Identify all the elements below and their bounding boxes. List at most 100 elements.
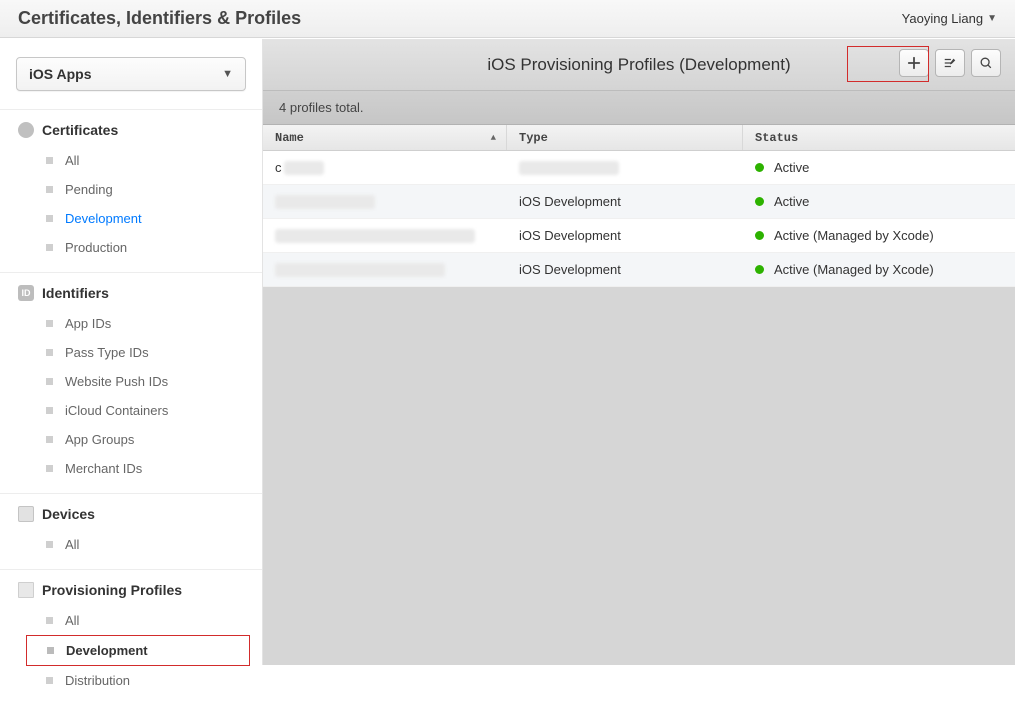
sidebar-item-label: All xyxy=(65,537,79,552)
platform-label: iOS Apps xyxy=(29,66,92,82)
status-dot-icon xyxy=(755,197,764,206)
bullet-icon xyxy=(46,465,53,472)
plus-icon xyxy=(907,56,921,70)
identifiers-icon: ID xyxy=(18,285,34,301)
count-bar: 4 profiles total. xyxy=(263,91,1015,125)
bullet-icon xyxy=(46,407,53,414)
sidebar-item[interactable]: Development xyxy=(26,635,250,666)
table-row[interactable]: iOS Development Active (Managed by Xcode) xyxy=(263,219,1015,253)
nav-section-header: ID Identifiers xyxy=(0,285,262,309)
column-header-name[interactable]: Name ▲ xyxy=(263,125,507,150)
count-text: 4 profiles total. xyxy=(279,100,364,115)
sidebar-item[interactable]: All xyxy=(0,530,262,559)
redacted-text xyxy=(275,195,375,209)
table-row[interactable]: iOS Development Active (Managed by Xcode) xyxy=(263,253,1015,287)
cell-type: iOS Development xyxy=(507,185,743,218)
sidebar-item-label: All xyxy=(65,153,79,168)
bullet-icon xyxy=(46,436,53,443)
table-row[interactable]: c Active xyxy=(263,151,1015,185)
cell-type xyxy=(507,151,743,184)
sidebar-item[interactable]: App IDs xyxy=(0,309,262,338)
sidebar-item-label: Development xyxy=(66,643,148,658)
sidebar-item-label: App IDs xyxy=(65,316,111,331)
cell-status: Active (Managed by Xcode) xyxy=(743,219,1015,252)
status-text: Active xyxy=(774,160,809,175)
bullet-icon xyxy=(46,541,53,548)
edit-button[interactable] xyxy=(935,49,965,77)
nav-section-title: Provisioning Profiles xyxy=(42,582,182,598)
nav-section: Devices All xyxy=(0,493,262,569)
bullet-icon xyxy=(47,647,54,654)
user-menu[interactable]: Yaoying Liang ▼ xyxy=(902,11,997,26)
cell-status: Active (Managed by Xcode) xyxy=(743,253,1015,286)
caret-down-icon: ▼ xyxy=(987,13,997,24)
profiles-table: Name ▲ Type Status cActiveiOS Developmen… xyxy=(263,125,1015,287)
bullet-icon xyxy=(46,215,53,222)
nav-section-title: Certificates xyxy=(42,122,118,138)
devices-icon xyxy=(18,506,34,522)
status-text: Active xyxy=(774,194,809,209)
bullet-icon xyxy=(46,320,53,327)
sidebar: iOS Apps ▼ Certificates All Pending Develop… xyxy=(0,39,263,665)
sidebar-item[interactable]: iCloud Containers xyxy=(0,396,262,425)
sidebar-item[interactable]: Pass Type IDs xyxy=(0,338,262,367)
status-dot-icon xyxy=(755,231,764,240)
add-button[interactable] xyxy=(899,49,929,77)
certificates-icon xyxy=(18,122,34,138)
main-header: iOS Provisioning Profiles (Development) xyxy=(263,39,1015,91)
redacted-text xyxy=(519,161,619,175)
sidebar-item[interactable]: All xyxy=(0,146,262,175)
nav-section-title: Devices xyxy=(42,506,95,522)
user-name: Yaoying Liang xyxy=(902,11,983,26)
cell-name: c xyxy=(263,151,507,184)
sidebar-item-label: App Groups xyxy=(65,432,134,447)
sidebar-item[interactable]: Production xyxy=(0,233,262,262)
sidebar-item[interactable]: Distribution xyxy=(0,666,262,695)
status-text: Active (Managed by Xcode) xyxy=(774,228,934,243)
bullet-icon xyxy=(46,677,53,684)
bullet-icon xyxy=(46,157,53,164)
redacted-text xyxy=(275,263,445,277)
sidebar-item[interactable]: App Groups xyxy=(0,425,262,454)
edit-icon xyxy=(943,56,957,70)
status-dot-icon xyxy=(755,265,764,274)
search-button[interactable] xyxy=(971,49,1001,77)
bullet-icon xyxy=(46,186,53,193)
cell-name xyxy=(263,185,507,218)
cell-type: iOS Development xyxy=(507,219,743,252)
cell-type: iOS Development xyxy=(507,253,743,286)
redacted-text xyxy=(284,161,324,175)
nav-section-header: Devices xyxy=(0,506,262,530)
cell-status: Active xyxy=(743,151,1015,184)
sidebar-item-label: Website Push IDs xyxy=(65,374,168,389)
sidebar-item-label: iCloud Containers xyxy=(65,403,168,418)
bullet-icon xyxy=(46,617,53,624)
nav-section-header: Certificates xyxy=(0,122,262,146)
table-header-row: Name ▲ Type Status xyxy=(263,125,1015,151)
table-row[interactable]: iOS Development Active xyxy=(263,185,1015,219)
nav-section-header: Provisioning Profiles xyxy=(0,582,262,606)
platform-selector[interactable]: iOS Apps ▼ xyxy=(16,57,246,91)
column-header-type[interactable]: Type xyxy=(507,125,743,150)
column-header-status[interactable]: Status xyxy=(743,125,1015,150)
nav-section-title: Identifiers xyxy=(42,285,109,301)
sidebar-item-label: Pass Type IDs xyxy=(65,345,149,360)
main-header-title: iOS Provisioning Profiles (Development) xyxy=(487,55,790,75)
bullet-icon xyxy=(46,349,53,356)
top-bar: Certificates, Identifiers & Profiles Yao… xyxy=(0,0,1015,38)
cell-status: Active xyxy=(743,185,1015,218)
sidebar-item-label: Merchant IDs xyxy=(65,461,142,476)
sidebar-item[interactable]: Development xyxy=(0,204,262,233)
chevron-down-icon: ▼ xyxy=(222,68,233,80)
sidebar-item[interactable]: Pending xyxy=(0,175,262,204)
sort-asc-icon: ▲ xyxy=(491,133,496,143)
sidebar-item-label: Production xyxy=(65,240,127,255)
status-dot-icon xyxy=(755,163,764,172)
sidebar-item[interactable]: All xyxy=(0,606,262,635)
sidebar-item-label: Distribution xyxy=(65,673,130,688)
sidebar-item[interactable]: Merchant IDs xyxy=(0,454,262,483)
sidebar-item[interactable]: Website Push IDs xyxy=(0,367,262,396)
redacted-text xyxy=(275,229,475,243)
status-text: Active (Managed by Xcode) xyxy=(774,262,934,277)
sidebar-item-label: Development xyxy=(65,211,142,226)
